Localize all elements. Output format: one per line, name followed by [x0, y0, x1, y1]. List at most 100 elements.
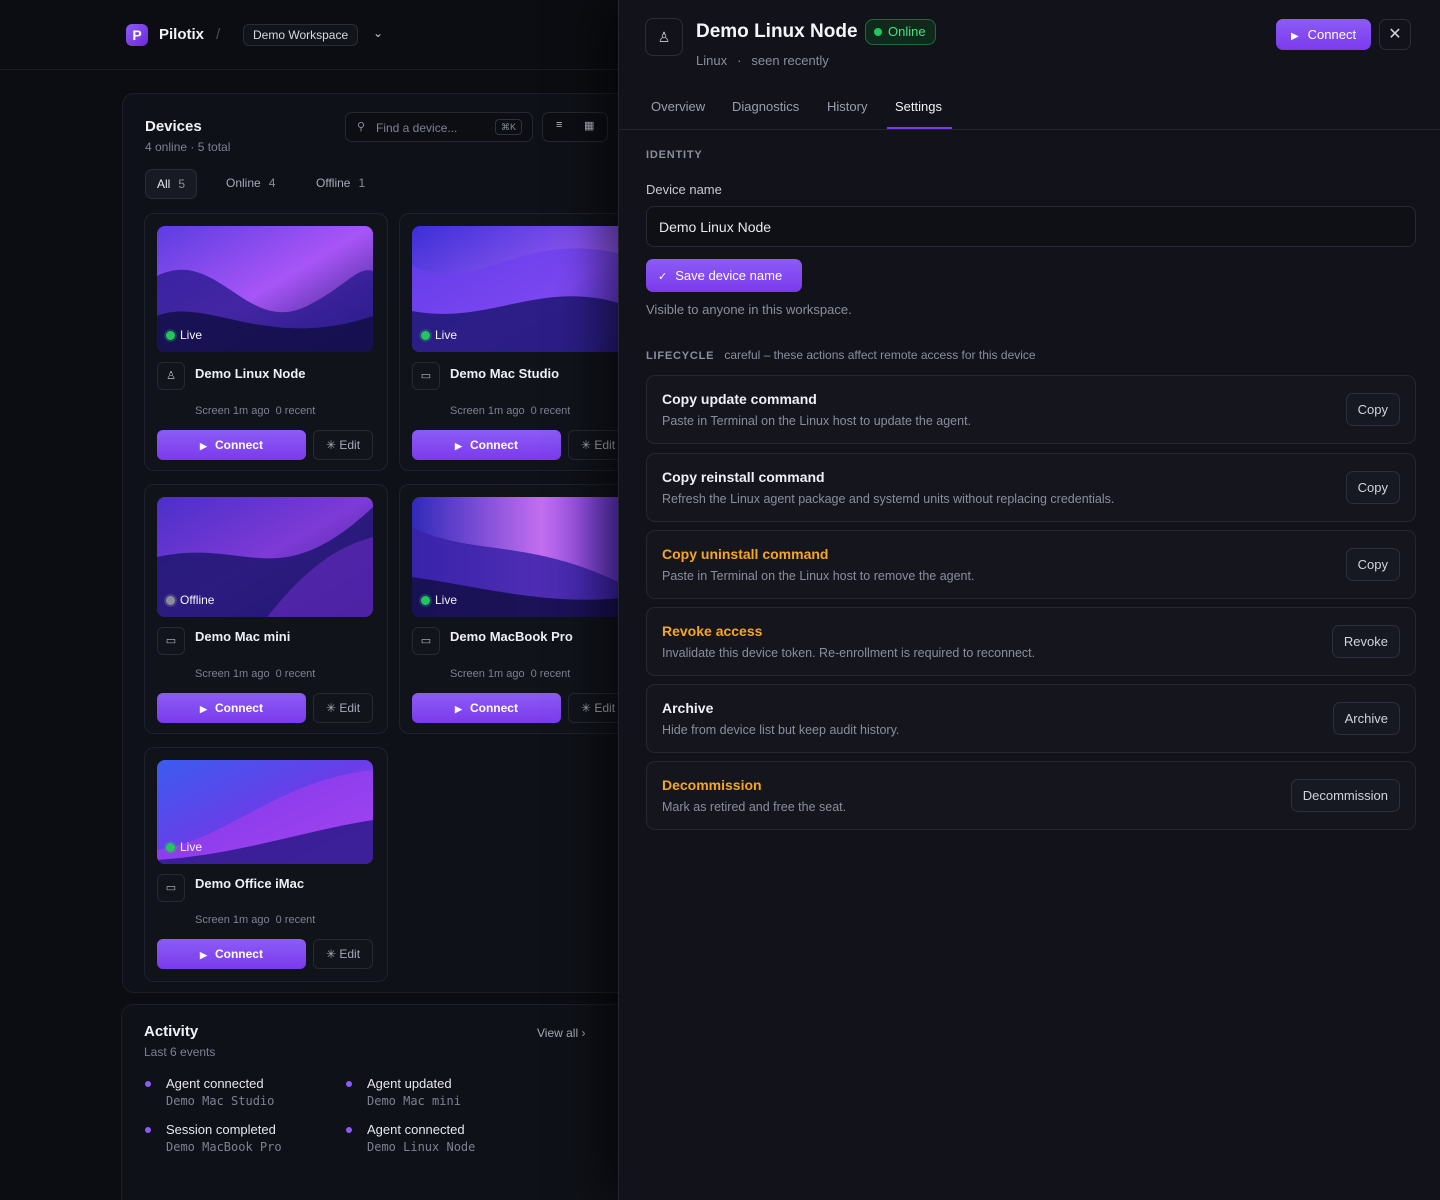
monitor-icon: ▭ [157, 874, 185, 902]
device-screen-thumbnail[interactable]: Offline [157, 497, 373, 617]
list-view-icon[interactable]: ≡ [556, 119, 562, 131]
drawer-connect-button[interactable]: ▶ Connect [1276, 19, 1371, 50]
event-bullet-icon [145, 1081, 151, 1087]
status-badge: Live [166, 328, 202, 342]
device-name: Demo Mac mini [195, 629, 291, 644]
play-icon: ▶ [455, 441, 462, 451]
device-meta: Screen 1m ago 0 recent [195, 668, 316, 680]
action-decommission: Decommission Mark as retired and free th… [646, 761, 1416, 830]
connect-button[interactable]: ▶ Connect [412, 430, 561, 460]
tab-diagnostics[interactable]: Diagnostics [732, 99, 799, 114]
search-shortcut-hint: ⌘K [494, 119, 522, 135]
edit-button[interactable]: ✳ Edit [313, 939, 373, 969]
edit-button[interactable]: ✳ Edit [313, 693, 373, 723]
event-bullet-icon [145, 1127, 151, 1133]
device-name-label: Device name [646, 182, 722, 197]
connect-button[interactable]: ▶ Connect [157, 693, 306, 723]
connect-button[interactable]: ▶ Connect [412, 693, 561, 723]
linux-icon: ♙ [157, 362, 185, 390]
grid-view-icon[interactable]: ▦ [584, 119, 594, 132]
device-detail-drawer: ♙ Demo Linux Node Online Linux · seen rece… [618, 0, 1440, 1200]
action-copy-update: Copy update command Paste in Terminal on… [646, 375, 1416, 444]
tab-history[interactable]: History [827, 99, 867, 114]
workspace-switcher[interactable]: Demo Workspace [243, 24, 359, 46]
gear-icon: ✳ [580, 701, 592, 715]
filter-online[interactable]: Online 4 [215, 169, 286, 199]
device-name-input[interactable] [646, 206, 1416, 247]
device-name: Demo Linux Node [195, 366, 306, 381]
device-name: Demo MacBook Pro [450, 629, 573, 644]
save-device-name-button[interactable]: ✓ Save device name [646, 259, 802, 292]
device-card-mac-studio[interactable]: Live ▭ Demo Mac Studio Screen 1m ago 0 re… [399, 213, 618, 471]
brand-name: Pilotix [159, 26, 205, 43]
monitor-icon: ▭ [412, 362, 440, 390]
filter-offline[interactable]: Offline 1 [305, 169, 376, 199]
gear-icon: ✳ [580, 438, 592, 452]
copy-update-button[interactable]: Copy [1345, 393, 1400, 426]
action-copy-reinstall: Copy reinstall command Refresh the Linux… [646, 453, 1416, 522]
connect-button[interactable]: ▶ Connect [157, 430, 306, 460]
status-badge: Offline [166, 593, 214, 607]
event-bullet-icon [346, 1127, 352, 1133]
device-search[interactable]: ⚲ Find a device... ⌘K [345, 112, 533, 142]
linux-icon: ♙ [645, 18, 683, 56]
view-all-link[interactable]: View all › [537, 1026, 585, 1040]
device-screen-thumbnail[interactable]: Live [157, 760, 373, 864]
play-icon: ▶ [200, 704, 207, 714]
edit-button[interactable]: ✳ Edit [313, 430, 373, 460]
search-icon: ⚲ [357, 121, 366, 133]
decommission-button[interactable]: Decommission [1290, 779, 1400, 812]
action-archive: Archive Hide from device list but keep a… [646, 684, 1416, 753]
close-button[interactable]: ✕ [1379, 19, 1411, 50]
pilotix-logo-icon[interactable]: P [126, 24, 148, 46]
activity-subtitle: Last 6 events [144, 1045, 216, 1059]
monitor-icon: ▭ [412, 627, 440, 655]
device-card-mac-mini[interactable]: Offline ▭ Demo Mac mini Screen 1m ago 0 r… [144, 484, 388, 734]
edit-button[interactable]: ✳ Edit [568, 430, 618, 460]
gear-icon: ✳ [325, 947, 337, 961]
action-copy-uninstall: Copy uninstall command Paste in Terminal… [646, 530, 1416, 599]
lifecycle-warning-note: careful – these actions affect remote ac… [724, 348, 1036, 362]
close-icon: ✕ [1388, 26, 1402, 43]
filter-all[interactable]: All 5 [145, 169, 198, 199]
activity-title: Activity [144, 1023, 199, 1040]
action-revoke-access: Revoke access Invalidate this device tok… [646, 607, 1416, 676]
drawer-tabs: Overview Diagnostics History Settings [619, 86, 1440, 130]
revoke-button[interactable]: Revoke [1331, 625, 1400, 658]
devices-summary: 4 online · 5 total [145, 140, 231, 154]
device-name: Demo Office iMac [195, 876, 305, 891]
gear-icon: ✳ [325, 701, 337, 715]
search-input[interactable]: Find a device... [376, 121, 457, 135]
device-card-linux-node[interactable]: Live ♙ Demo Linux Node Screen 1m ago 0 re… [144, 213, 388, 471]
device-screen-thumbnail[interactable]: Live [157, 226, 373, 352]
top-bar: P Pilotix / Demo Workspace ⌄ [0, 0, 618, 70]
device-dashboard: P Pilotix / Demo Workspace ⌄ Devices 4 o… [0, 0, 618, 1200]
status-badge: Live [421, 328, 457, 342]
chevron-down-icon[interactable]: ⌄ [373, 26, 383, 40]
device-meta: Screen 1m ago 0 recent [195, 405, 316, 417]
device-screen-thumbnail[interactable]: Live [412, 497, 618, 617]
device-card-office-imac[interactable]: Live ▭ Demo Office iMac Screen 1m ago 0 r… [144, 747, 388, 982]
device-screen-thumbnail[interactable]: Live [412, 226, 618, 352]
tab-overview[interactable]: Overview [651, 99, 705, 114]
status-badge: Live [166, 840, 202, 854]
monitor-icon: ▭ [157, 627, 185, 655]
copy-uninstall-button[interactable]: Copy [1345, 548, 1400, 581]
status-badge: Live [421, 593, 457, 607]
copy-reinstall-button[interactable]: Copy [1345, 471, 1400, 504]
archive-button[interactable]: Archive [1332, 702, 1400, 735]
edit-button[interactable]: ✳ Edit [568, 693, 618, 723]
device-card-macbook-pro[interactable]: Live ▭ Demo MacBook Pro Screen 1m ago 0 r… [399, 484, 618, 734]
device-meta: Screen 1m ago 0 recent [195, 914, 316, 926]
connect-button[interactable]: ▶ Connect [157, 939, 306, 969]
tab-settings[interactable]: Settings [895, 99, 942, 114]
device-meta: Screen 1m ago 0 recent [450, 668, 571, 680]
identity-section-label: IDENTITY [646, 149, 703, 161]
breadcrumb-separator: / [216, 26, 221, 43]
device-subtitle: Linux · seen recently [696, 53, 829, 68]
play-icon: ▶ [200, 950, 207, 960]
activity-panel: Activity Last 6 events View all › Agent … [121, 1004, 618, 1200]
play-icon: ▶ [455, 704, 462, 714]
play-icon: ▶ [1290, 31, 1299, 42]
play-icon: ▶ [200, 441, 207, 451]
